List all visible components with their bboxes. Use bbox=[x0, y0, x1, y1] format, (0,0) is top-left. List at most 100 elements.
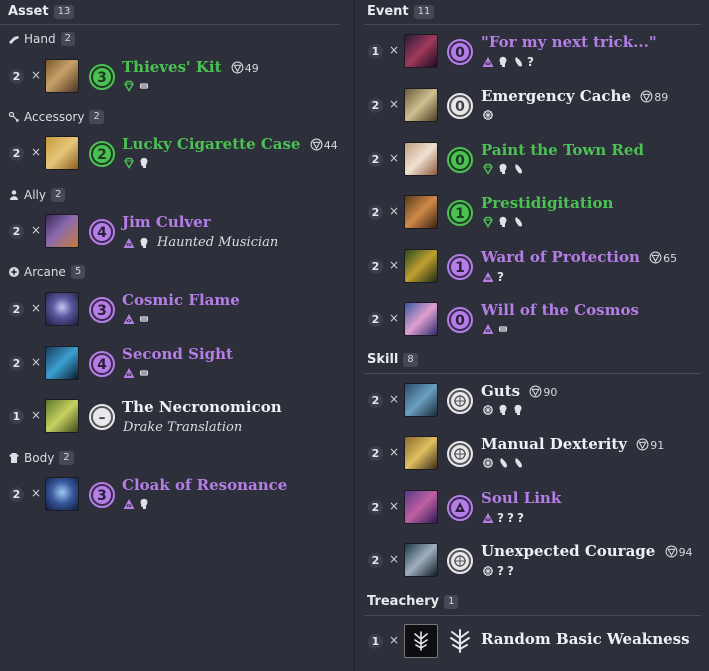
card-thumbnail[interactable] bbox=[404, 624, 438, 658]
card-name[interactable]: Manual Dexterity 91 bbox=[481, 435, 664, 453]
card-row-will-of-the-cosmos[interactable]: 2 × 0 Will of the Cosmos bbox=[356, 300, 709, 340]
card-row-cloak-of-resonance[interactable]: 2 × 3 Cloak of Resonance bbox=[0, 475, 352, 515]
card-name-text[interactable]: Jim Culver bbox=[122, 213, 211, 231]
card-name-text[interactable]: The Necronomicon bbox=[122, 398, 282, 416]
times-sign: × bbox=[389, 633, 400, 647]
card-name-text[interactable]: "For my next trick..." bbox=[481, 33, 657, 51]
quantity: 2 bbox=[9, 487, 24, 502]
card-thumbnail[interactable] bbox=[45, 214, 79, 248]
card-row-unexpected-courage[interactable]: 2 × Unexpected Courage 94 ? ? bbox=[356, 541, 709, 581]
card-thumbnail[interactable] bbox=[45, 136, 79, 170]
quantity: 2 bbox=[9, 224, 24, 239]
card-name[interactable]: Prestidigitation bbox=[481, 194, 613, 212]
card-row-prestidigitation[interactable]: 2 × 1 Prestidigitation bbox=[356, 193, 709, 233]
skill-icons: ? bbox=[482, 270, 504, 284]
card-name[interactable]: "For my next trick..." bbox=[481, 33, 657, 51]
card-name-text[interactable]: Cosmic Flame bbox=[122, 291, 240, 309]
card-name-text[interactable]: Emergency Cache bbox=[481, 87, 631, 105]
card-name[interactable]: Second Sight bbox=[122, 345, 233, 363]
times-sign: × bbox=[389, 499, 400, 513]
card-name[interactable]: Cosmic Flame bbox=[122, 291, 240, 309]
card-name-text[interactable]: Soul Link bbox=[481, 489, 561, 507]
card-row-for-my-next-trick[interactable]: 1 × 0 "For my next trick..." ? bbox=[356, 32, 709, 72]
card-thumbnail[interactable] bbox=[404, 142, 438, 176]
agility-foot-icon bbox=[512, 56, 524, 68]
card-row-ward-of-protection[interactable]: 2 × 1 Ward of Protection 65 ? bbox=[356, 247, 709, 287]
card-thumbnail[interactable] bbox=[404, 490, 438, 524]
card-thumbnail[interactable] bbox=[404, 436, 438, 470]
card-thumbnail[interactable] bbox=[404, 383, 438, 417]
card-thumbnail[interactable] bbox=[404, 543, 438, 577]
card-name[interactable]: Random Basic Weakness bbox=[481, 630, 690, 648]
card-name[interactable]: Will of the Cosmos bbox=[481, 301, 639, 319]
card-name-text[interactable]: Thieves' Kit bbox=[122, 58, 222, 76]
card-thumbnail[interactable] bbox=[404, 88, 438, 122]
card-thumbnail[interactable] bbox=[45, 59, 79, 93]
card-row-paint-the-town-red[interactable]: 2 × 0 Paint the Town Red bbox=[356, 140, 709, 180]
card-name[interactable]: Jim Culver bbox=[122, 213, 211, 231]
card-thumbnail[interactable] bbox=[404, 302, 438, 336]
subheader-label: Ally bbox=[24, 188, 46, 202]
card-name-text[interactable]: Guts bbox=[481, 382, 520, 400]
cost-value: – bbox=[99, 410, 106, 426]
skill-type-icon bbox=[447, 441, 473, 467]
card-row-cosmic-flame[interactable]: 2 × 3 Cosmic Flame bbox=[0, 290, 352, 330]
xp-value: 91 bbox=[650, 439, 665, 452]
card-thumbnail[interactable] bbox=[45, 399, 79, 433]
card-name[interactable]: Soul Link bbox=[481, 489, 561, 507]
card-thumbnail[interactable] bbox=[45, 346, 79, 380]
card-row-the-necronomicon[interactable]: 1 × – The Necronomicon Drake Translation bbox=[0, 397, 352, 437]
xp-badge: 94 bbox=[665, 546, 693, 559]
xp-value: 94 bbox=[678, 546, 693, 559]
willpower-head-icon bbox=[512, 404, 524, 416]
card-thumbnail[interactable] bbox=[404, 249, 438, 283]
card-thumbnail[interactable] bbox=[404, 195, 438, 229]
skill-icons bbox=[482, 457, 524, 469]
card-name[interactable]: Ward of Protection 65 bbox=[481, 248, 677, 266]
agility-foot-icon bbox=[497, 457, 509, 469]
card-thumbnail[interactable] bbox=[45, 292, 79, 326]
card-name-text[interactable]: Prestidigitation bbox=[481, 194, 613, 212]
card-row-random-basic-weakness[interactable]: 1 × Random Basic Weakness bbox=[356, 622, 709, 662]
card-thumbnail[interactable] bbox=[404, 34, 438, 68]
card-row-second-sight[interactable]: 2 × 4 Second Sight bbox=[0, 344, 352, 384]
card-name[interactable]: The Necronomicon bbox=[122, 398, 282, 416]
card-name-text[interactable]: Will of the Cosmos bbox=[481, 301, 639, 319]
xp-value: 90 bbox=[543, 386, 558, 399]
card-name[interactable]: Guts 90 bbox=[481, 382, 557, 400]
card-name[interactable]: Lucky Cigarette Case 44 bbox=[122, 135, 338, 153]
card-name-text[interactable]: Lucky Cigarette Case bbox=[122, 135, 300, 153]
mystic-eye-icon bbox=[123, 237, 135, 249]
card-name[interactable]: Cloak of Resonance bbox=[122, 476, 287, 494]
card-name-text[interactable]: Cloak of Resonance bbox=[122, 476, 287, 494]
card-name-text[interactable]: Paint the Town Red bbox=[481, 141, 644, 159]
card-row-jim-culver[interactable]: 2 × 4 Jim Culver Haunted Musician bbox=[0, 212, 352, 252]
xp-badge: 49 bbox=[231, 62, 259, 75]
times-sign: × bbox=[389, 392, 400, 406]
card-name-text[interactable]: Second Sight bbox=[122, 345, 233, 363]
card-name[interactable]: Paint the Town Red bbox=[481, 141, 644, 159]
skill-type-icon bbox=[447, 548, 473, 574]
cost-value: 0 bbox=[455, 99, 465, 115]
card-row-thieves-kit[interactable]: 2 × 3 Thieves' Kit 49 bbox=[0, 57, 352, 97]
card-thumbnail[interactable] bbox=[45, 477, 79, 511]
card-row-soul-link[interactable]: 2 × Soul Link ? ? ? bbox=[356, 488, 709, 528]
quantity: 2 bbox=[9, 302, 24, 317]
count-badge: 8 bbox=[403, 352, 418, 367]
card-row-guts[interactable]: 2 × Guts 90 bbox=[356, 381, 709, 421]
card-name-text[interactable]: Unexpected Courage bbox=[481, 542, 655, 560]
quantity: 2 bbox=[9, 356, 24, 371]
card-name-text[interactable]: Ward of Protection bbox=[481, 248, 640, 266]
card-name[interactable]: Unexpected Courage 94 bbox=[481, 542, 693, 560]
xp-icon bbox=[529, 385, 542, 398]
card-row-manual-dexterity[interactable]: 2 × Manual Dexterity 91 bbox=[356, 434, 709, 474]
cost-value: 4 bbox=[97, 357, 107, 373]
card-row-lucky-cigarette-case[interactable]: 2 × 2 Lucky Cigarette Case 44 bbox=[0, 134, 352, 174]
card-name-text[interactable]: Manual Dexterity bbox=[481, 435, 627, 453]
card-name-text[interactable]: Random Basic Weakness bbox=[481, 630, 690, 648]
card-row-emergency-cache[interactable]: 2 × 0 Emergency Cache 89 bbox=[356, 86, 709, 126]
card-name[interactable]: Thieves' Kit 49 bbox=[122, 58, 259, 76]
card-name[interactable]: Emergency Cache 89 bbox=[481, 87, 668, 105]
skill-icons: Haunted Musician bbox=[123, 235, 278, 250]
quantity: 2 bbox=[9, 69, 24, 84]
